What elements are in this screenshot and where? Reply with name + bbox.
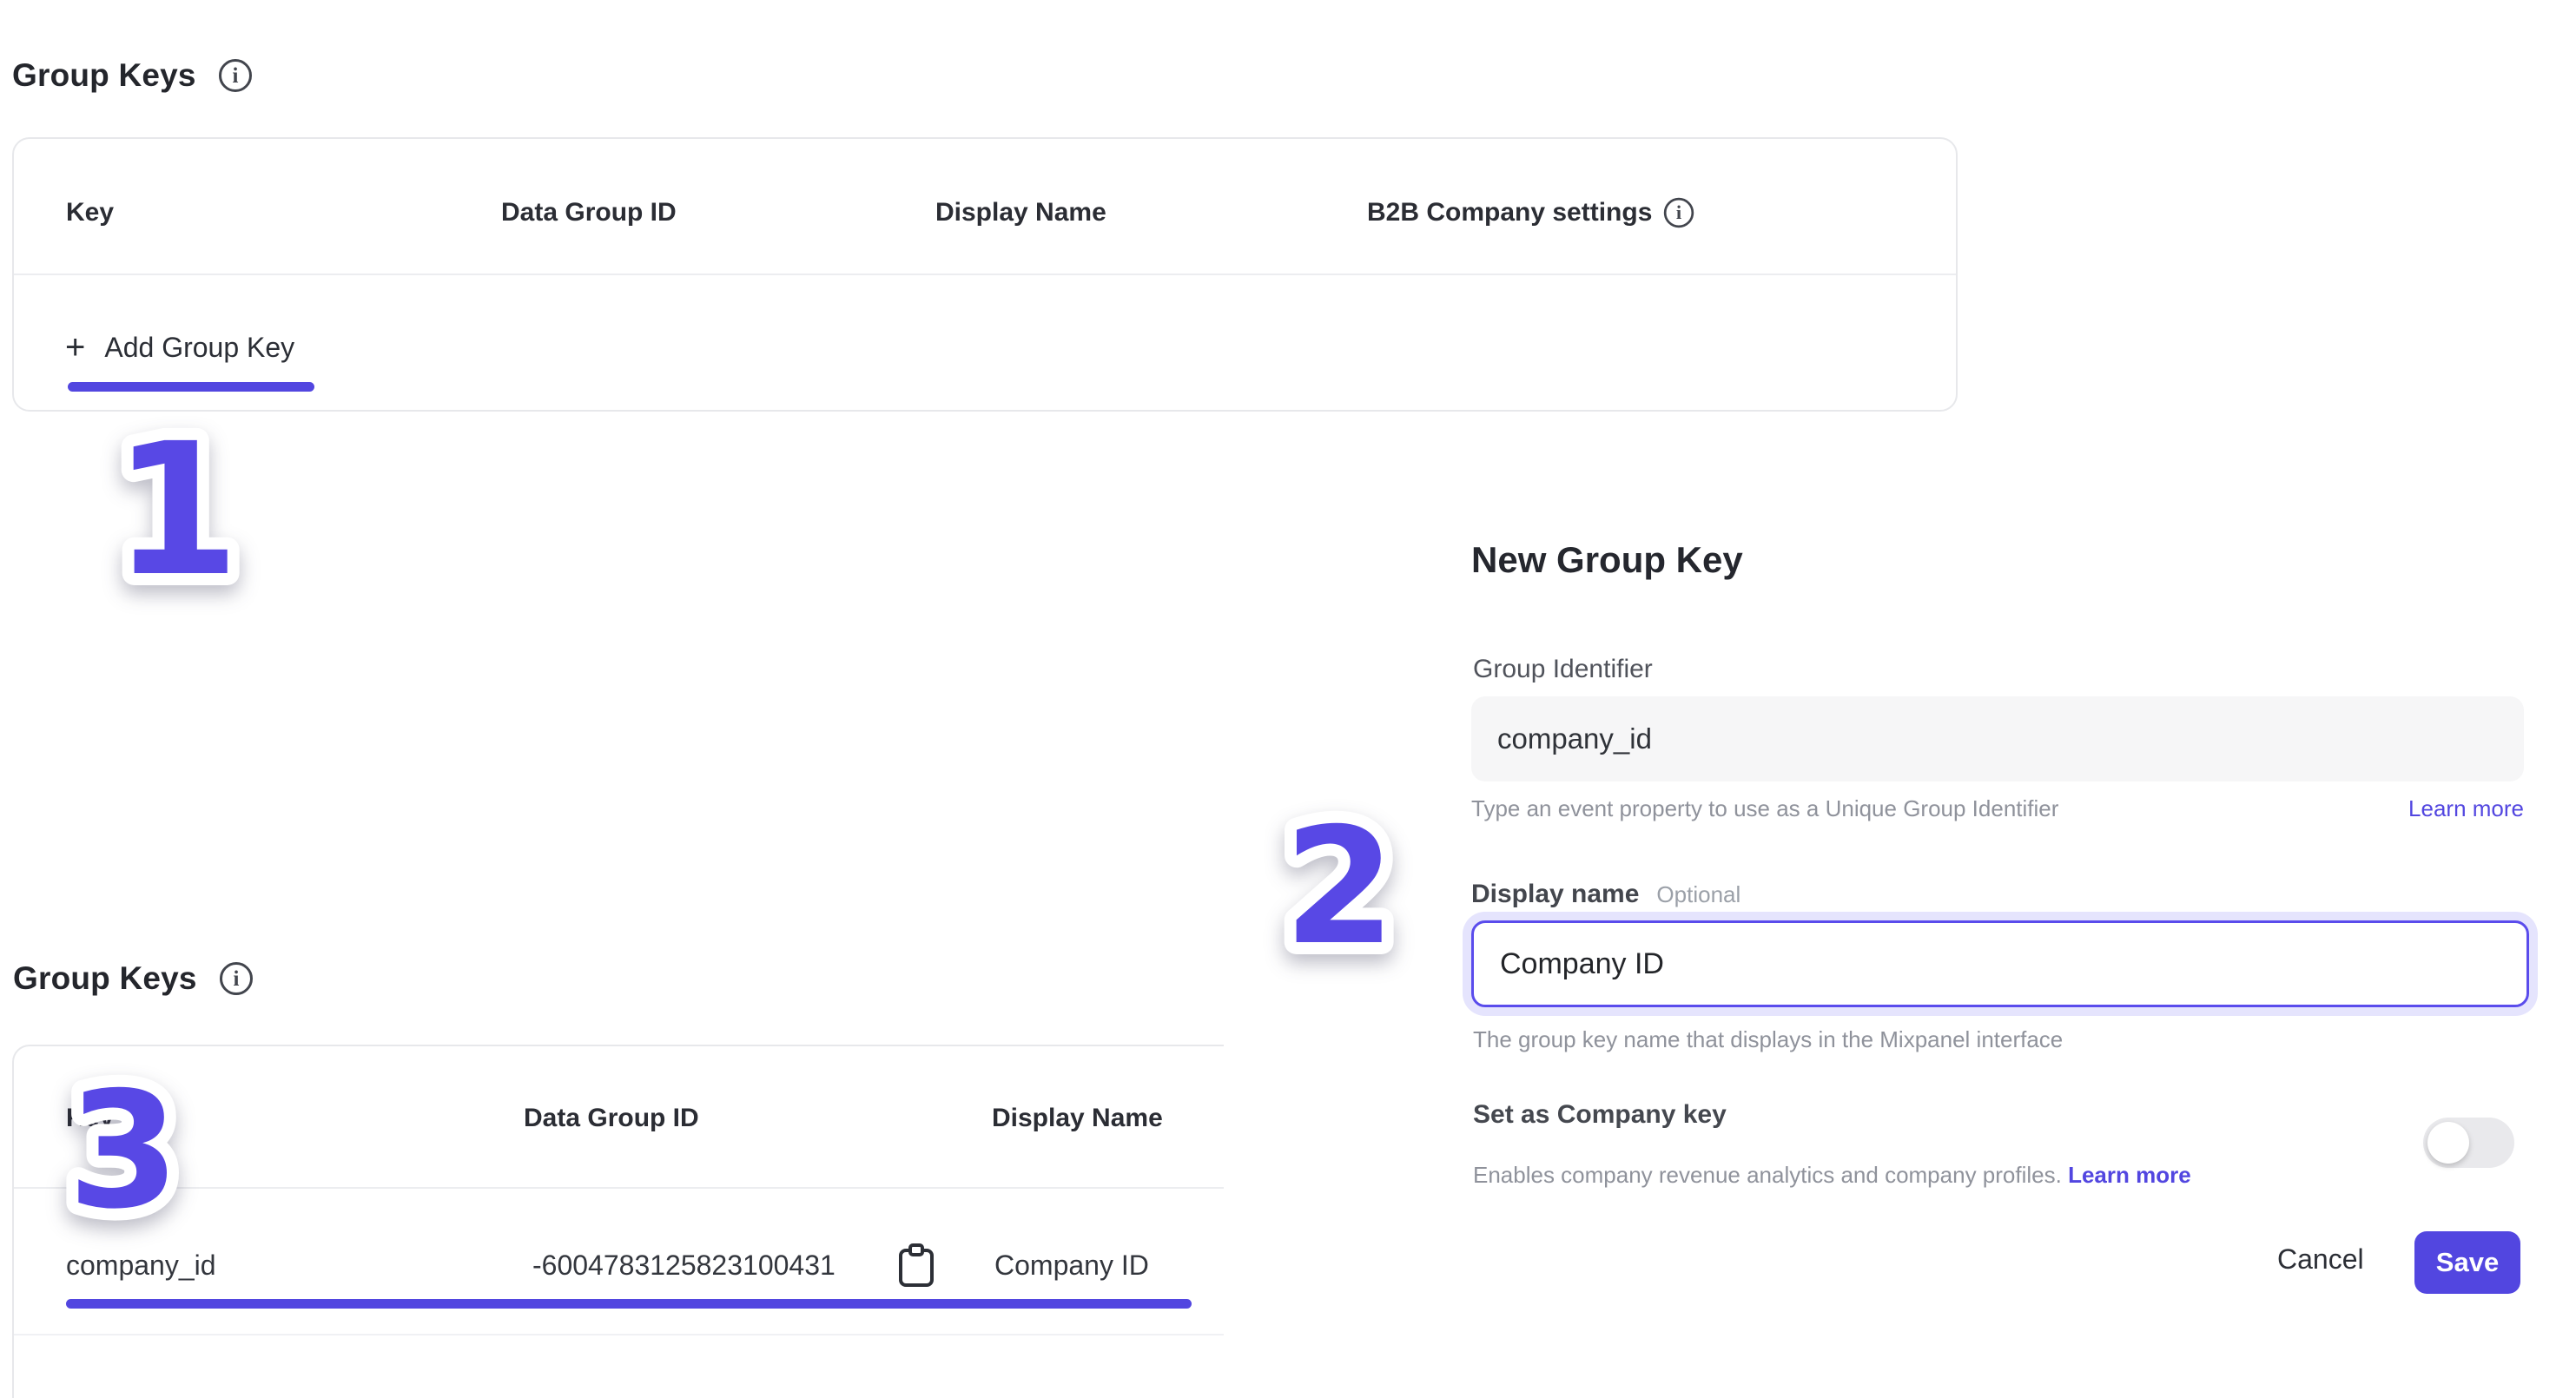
dialog-title: New Group Key xyxy=(1471,538,1743,582)
svg-text:i: i xyxy=(233,967,239,991)
table-header-divider xyxy=(14,274,1956,275)
column-header-data-group-id: Data Group ID xyxy=(501,196,677,229)
info-icon[interactable]: i xyxy=(218,960,254,997)
group-identifier-help-text: Type an event property to use as a Uniqu… xyxy=(1471,794,2058,823)
column-header-display-name: Display Name xyxy=(992,1102,1163,1135)
group-keys-heading-top: Group Keys i xyxy=(12,57,254,94)
group-identifier-input[interactable] xyxy=(1471,696,2524,781)
group-identifier-label: Group Identifier xyxy=(1473,654,1653,685)
save-button[interactable]: Save xyxy=(2414,1231,2520,1294)
page: Group Keys i Key Data Group ID Display N… xyxy=(0,0,2576,1398)
company-key-helper-row: Enables company revenue analytics and co… xyxy=(1473,1160,2191,1190)
annotation-underline-add-button xyxy=(68,382,314,392)
group-keys-table-top: Key Data Group ID Display Name B2B Compa… xyxy=(12,137,1958,412)
table-row-divider xyxy=(14,1334,1224,1335)
step-2-badge: 2 xyxy=(1233,781,1476,1007)
display-name-field-shell xyxy=(1471,920,2529,1007)
svg-text:i: i xyxy=(232,64,238,88)
identifier-learn-more-link[interactable]: Learn more xyxy=(2408,794,2524,823)
company-key-label: Set as Company key xyxy=(1473,1099,1727,1131)
display-name-help-text: The group key name that displays in the … xyxy=(1473,1025,2063,1054)
annotation-underline-row xyxy=(66,1299,1192,1309)
company-key-help-text: Enables company revenue analytics and co… xyxy=(1473,1162,2062,1188)
row-data-group-id-cell: -6004783125823100431 xyxy=(532,1249,836,1282)
company-key-learn-more-link[interactable]: Learn more xyxy=(2068,1162,2191,1188)
add-group-key-label: Add Group Key xyxy=(104,330,294,365)
info-icon[interactable]: i xyxy=(1662,196,1695,229)
column-header-display-name: Display Name xyxy=(935,196,1106,229)
display-name-input[interactable] xyxy=(1474,923,2526,1005)
group-identifier-helper-row: Type an event property to use as a Uniqu… xyxy=(1471,794,2524,823)
row-display-name-cell: Company ID xyxy=(994,1249,1149,1282)
column-header-b2b-settings: B2B Company settings i xyxy=(1367,196,1695,229)
info-icon[interactable]: i xyxy=(217,57,254,94)
svg-text:i: i xyxy=(1676,201,1681,223)
page-title: Group Keys xyxy=(12,57,196,94)
page-title-bottom: Group Keys xyxy=(13,960,197,997)
toggle-knob xyxy=(2427,1122,2469,1164)
svg-text:2: 2 xyxy=(1284,793,1396,980)
company-key-toggle[interactable] xyxy=(2423,1118,2514,1168)
svg-text:1: 1 xyxy=(113,404,240,617)
add-group-key-button[interactable]: + Add Group Key xyxy=(65,330,294,365)
svg-text:3: 3 xyxy=(68,1057,180,1244)
cancel-button[interactable]: Cancel xyxy=(2277,1243,2364,1276)
step-3-badge: 3 xyxy=(17,1046,261,1272)
step-1-badge: 1 xyxy=(74,395,300,621)
display-name-label-row: Display name Optional xyxy=(1471,879,1740,910)
group-identifier-field-shell xyxy=(1471,696,2524,781)
group-keys-heading-bottom: Group Keys i xyxy=(13,960,254,997)
plus-icon: + xyxy=(65,330,85,365)
column-header-key: Key xyxy=(66,196,114,229)
column-header-data-group-id: Data Group ID xyxy=(524,1102,699,1135)
display-name-optional-tag: Optional xyxy=(1656,879,1740,910)
display-name-label: Display name xyxy=(1471,879,1639,910)
copy-icon[interactable] xyxy=(896,1243,936,1289)
